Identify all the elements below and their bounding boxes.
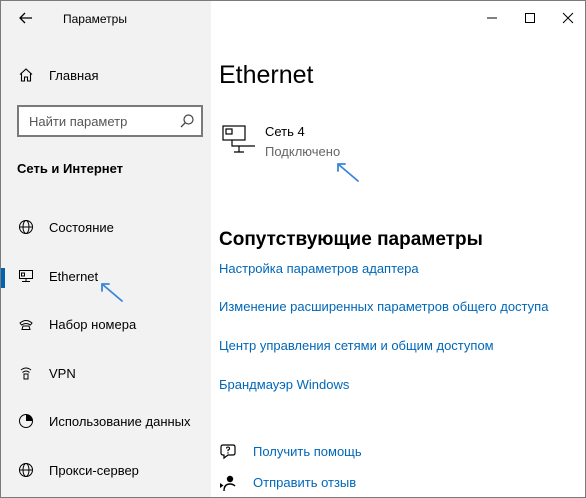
dial-up-icon: [17, 315, 35, 333]
network-card[interactable]: Сеть 4 Подключено: [219, 119, 419, 163]
related-settings-title: Сопутствующие параметры: [219, 229, 483, 250]
settings-window: Параметры Главная Сеть и Интернет: [0, 0, 586, 498]
main-content: Ethernet Сеть 4 Подключено Сопутствующие…: [211, 1, 585, 497]
sidebar: Параметры Главная Сеть и Интернет: [1, 1, 211, 498]
feedback-item[interactable]: Отправить отзыв: [219, 472, 439, 494]
sidebar-item-label: Набор номера: [49, 317, 137, 332]
sidebar-item-status[interactable]: Состояние: [1, 209, 211, 258]
sidebar-item-label: Прокси-сервер: [49, 462, 139, 478]
ethernet-network-icon: [222, 125, 255, 153]
network-center-link[interactable]: Центр управления сетями и общим доступом: [219, 338, 494, 353]
ethernet-icon: [17, 267, 35, 285]
sharing-settings-link[interactable]: Изменение расширенных параметров общего …: [219, 299, 548, 314]
sidebar-item-vpn[interactable]: VPN: [1, 355, 211, 404]
globe-icon: [17, 461, 35, 479]
close-button[interactable]: [549, 1, 585, 35]
minimize-icon: [487, 17, 497, 19]
firewall-link[interactable]: Брандмауэр Windows: [219, 377, 349, 392]
maximize-button[interactable]: [511, 1, 549, 35]
section-title: Сеть и Интернет: [17, 161, 124, 176]
sidebar-item-ethernet[interactable]: Ethernet: [1, 258, 211, 307]
back-arrow-icon: [19, 12, 32, 24]
close-icon: [562, 12, 574, 24]
feedback-link[interactable]: Отправить отзыв: [253, 475, 356, 490]
adapter-settings-link[interactable]: Настройка параметров адаптера: [219, 261, 419, 276]
get-help-link[interactable]: Получить помощь: [253, 444, 362, 459]
globe-icon: [17, 218, 35, 236]
sidebar-item-dial-up[interactable]: Набор номера: [1, 306, 211, 355]
search-icon[interactable]: [179, 113, 195, 129]
page-title: Ethernet: [219, 61, 314, 89]
sidebar-item-label: Состояние: [49, 220, 114, 235]
minimize-button[interactable]: [473, 1, 511, 35]
help-chat-icon: [220, 444, 236, 460]
sidebar-item-proxy[interactable]: Прокси-сервер: [1, 452, 211, 498]
sidebar-item-label: Ethernet: [49, 268, 99, 284]
search-input[interactable]: [19, 107, 175, 135]
maximize-icon: [525, 13, 535, 23]
back-button[interactable]: [11, 5, 41, 31]
titlebar-left: Параметры: [1, 1, 211, 35]
sidebar-item-label: Главная: [49, 67, 99, 83]
vpn-icon: [17, 364, 35, 382]
selection-indicator: [1, 267, 5, 288]
sidebar-item-label: Использование данных: [49, 414, 191, 429]
home-icon: [17, 66, 35, 84]
feedback-icon: [220, 475, 236, 492]
data-usage-icon: [17, 412, 35, 430]
get-help-item[interactable]: Получить помощь: [219, 441, 439, 463]
search-box[interactable]: [17, 105, 203, 137]
network-name: Сеть 4: [265, 124, 305, 139]
sidebar-item-data-usage[interactable]: Использование данных: [1, 403, 211, 452]
app-title: Параметры: [63, 12, 127, 26]
sidebar-item-label: VPN: [49, 365, 76, 381]
sidebar-nav: Состояние Ethernet Набор номера VPN Испо…: [1, 209, 211, 498]
network-status: Подключено: [265, 144, 341, 159]
sidebar-item-home[interactable]: Главная: [1, 59, 211, 91]
window-controls: [473, 1, 585, 35]
